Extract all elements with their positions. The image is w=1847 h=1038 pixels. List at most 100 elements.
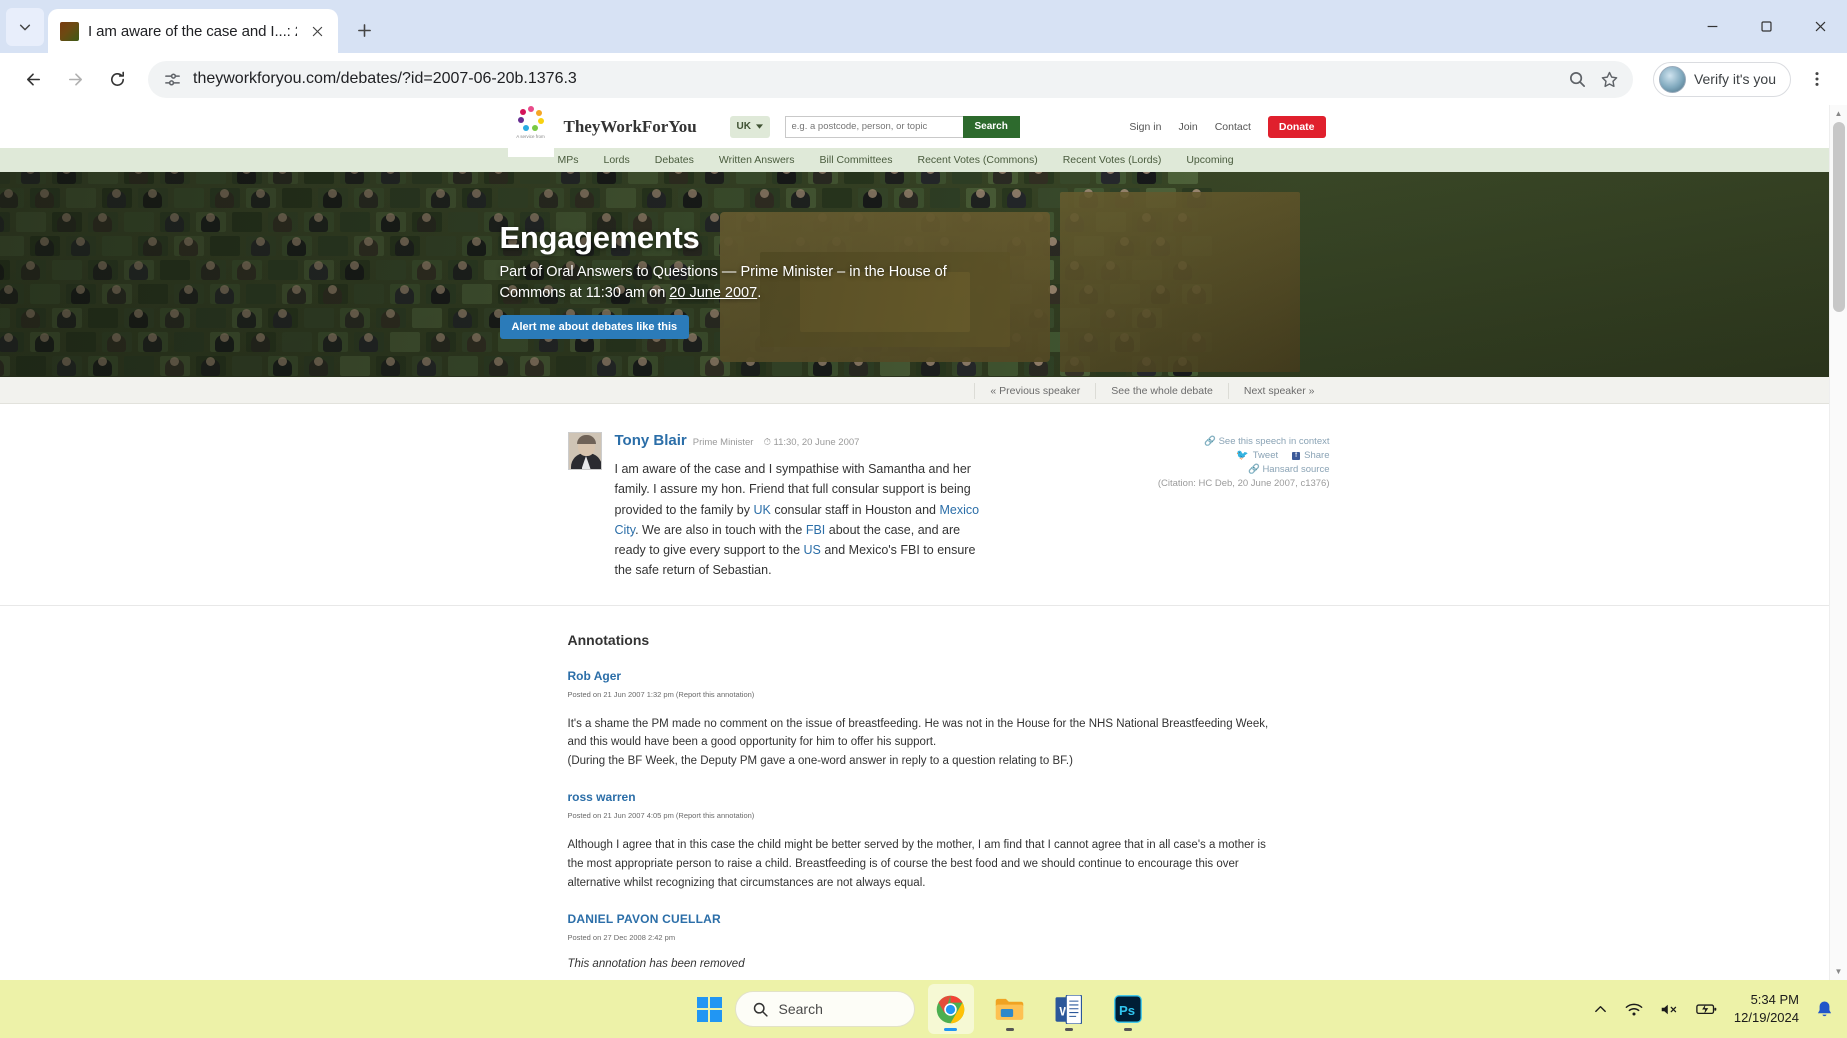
speaker-navigation: « Previous speaker See the whole debate … xyxy=(0,377,1829,404)
annotations-heading: Annotations xyxy=(568,632,1330,648)
region-select[interactable]: UK xyxy=(730,116,770,138)
logo-tail xyxy=(516,139,546,152)
nav-item-lords[interactable]: Lords xyxy=(604,154,630,166)
hero-banner: Engagements Part of Oral Answers to Ques… xyxy=(0,172,1829,377)
avatar xyxy=(1659,66,1686,93)
scroll-up-button[interactable]: ▲ xyxy=(1830,105,1847,122)
taskbar-app-file-explorer[interactable] xyxy=(987,984,1033,1034)
next-speaker-link[interactable]: Next speaker » xyxy=(1228,383,1330,399)
windows-taskbar: Search xyxy=(0,980,1847,1038)
notification-bell-icon[interactable] xyxy=(1816,1000,1833,1019)
speaker-avatar[interactable] xyxy=(568,432,602,470)
wifi-icon[interactable] xyxy=(1625,1002,1643,1017)
site-settings-icon[interactable] xyxy=(163,70,182,89)
share-link[interactable]: fShare xyxy=(1292,450,1329,461)
bookmark-star-icon[interactable] xyxy=(1599,68,1621,90)
hero-subtitle: Part of Oral Answers to Questions — Prim… xyxy=(500,262,970,303)
sign-in-link[interactable]: Sign in xyxy=(1129,121,1161,133)
tab-search-button[interactable] xyxy=(6,8,44,46)
address-bar[interactable]: theyworkforyou.com/debates/?id=2007-06-2… xyxy=(148,61,1633,98)
system-tray: 5:34 PM 12/19/2024 xyxy=(1593,991,1833,1026)
contact-link[interactable]: Contact xyxy=(1215,121,1251,133)
browser-menu-button[interactable] xyxy=(1801,60,1833,98)
profile-verify-button[interactable]: Verify it's you xyxy=(1653,62,1791,97)
volume-muted-icon[interactable] xyxy=(1660,1002,1679,1017)
report-annotation-link[interactable]: (Report this annotation) xyxy=(676,690,754,699)
hansard-source-link[interactable]: Hansard source xyxy=(1262,464,1329,475)
annotation-author-link[interactable]: Rob Ager xyxy=(568,669,622,683)
back-button[interactable] xyxy=(14,60,52,98)
page-title: Engagements xyxy=(500,220,1330,256)
tab-favicon-icon xyxy=(60,22,79,41)
annotation-text: Although I agree that in this case the c… xyxy=(568,836,1280,892)
close-icon xyxy=(1814,20,1827,33)
annotation-author-link[interactable]: ross warren xyxy=(568,790,636,804)
start-button[interactable] xyxy=(697,997,722,1022)
join-link[interactable]: Join xyxy=(1178,121,1197,133)
nav-item-debates[interactable]: Debates xyxy=(655,154,694,166)
annotation-author-link[interactable]: DANIEL PAVON CUELLAR xyxy=(568,912,721,926)
tab-close-button[interactable] xyxy=(306,20,328,42)
see-in-context-link[interactable]: See this speech in context xyxy=(1219,436,1330,447)
word-icon: W xyxy=(1055,995,1082,1024)
file-explorer-icon xyxy=(995,996,1024,1022)
nav-item-mps[interactable]: MPs xyxy=(558,154,579,166)
nav-item-bill-committees[interactable]: Bill Committees xyxy=(820,154,893,166)
region-label: UK xyxy=(737,121,751,132)
report-annotation-link[interactable]: (Report this annotation) xyxy=(676,811,754,820)
donate-button[interactable]: Donate xyxy=(1268,116,1326,138)
search-input[interactable] xyxy=(785,116,963,138)
speech-timestamp: ⏱ 11:30, 20 June 2007 xyxy=(763,437,859,448)
scroll-down-button[interactable]: ▼ xyxy=(1830,963,1847,980)
taskbar-clock[interactable]: 5:34 PM 12/19/2024 xyxy=(1734,991,1799,1026)
speech-link[interactable]: US xyxy=(804,543,821,557)
speech-text-run: . We are also in touch with the xyxy=(635,523,806,537)
tweet-link[interactable]: 🐦Tweet xyxy=(1236,450,1278,461)
minimize-button[interactable] xyxy=(1685,0,1739,53)
whole-debate-link[interactable]: See the whole debate xyxy=(1095,383,1228,399)
speech-link[interactable]: FBI xyxy=(806,523,825,537)
maximize-button[interactable] xyxy=(1739,0,1793,53)
hero-date-link[interactable]: 20 June 2007 xyxy=(669,285,757,301)
nav-item-recent-votes-commons[interactable]: Recent Votes (Commons) xyxy=(917,154,1037,166)
site-logo[interactable]: A service from xyxy=(508,105,554,157)
hansard-line: 🔗 Hansard source xyxy=(1100,464,1330,475)
speech-link[interactable]: UK xyxy=(753,503,770,517)
nav-item-upcoming[interactable]: Upcoming xyxy=(1186,154,1233,166)
browser-tab[interactable]: I am aware of the case and I...: 2 xyxy=(48,9,338,53)
minimize-icon xyxy=(1706,20,1719,33)
nav-item-recent-votes-lords[interactable]: Recent Votes (Lords) xyxy=(1063,154,1162,166)
alert-me-button[interactable]: Alert me about debates like this xyxy=(500,315,690,339)
speech-text: I am aware of the case and I sympathise … xyxy=(615,459,993,581)
share-label: Share xyxy=(1304,450,1329,461)
url-text: theyworkforyou.com/debates/?id=2007-06-2… xyxy=(193,70,1556,88)
browser-toolbar: theyworkforyou.com/debates/?id=2007-06-2… xyxy=(0,53,1847,105)
forward-button[interactable] xyxy=(56,60,94,98)
taskbar-search[interactable]: Search xyxy=(735,991,915,1027)
verify-label: Verify it's you xyxy=(1694,71,1776,87)
chevron-down-icon xyxy=(756,124,763,129)
omnibox-actions xyxy=(1567,68,1625,90)
speech-section: Tony Blair Prime Minister ⏱ 11:30, 20 June… xyxy=(0,404,1829,606)
annotation-item: Rob AgerPosted on 21 Jun 2007 1:32 pm (R… xyxy=(568,667,1330,771)
app-indicator xyxy=(1124,1028,1132,1031)
nav-item-written-answers[interactable]: Written Answers xyxy=(719,154,795,166)
speaker-role: Prime Minister xyxy=(693,437,754,448)
close-window-button[interactable] xyxy=(1793,0,1847,53)
search-button[interactable]: Search xyxy=(963,116,1020,138)
reload-button[interactable] xyxy=(98,60,136,98)
taskbar-app-word[interactable]: W xyxy=(1046,984,1092,1034)
page-scrollbar[interactable]: ▲ ▼ xyxy=(1829,105,1847,980)
site-brand[interactable]: TheyWorkForYou xyxy=(564,117,697,137)
battery-charging-icon[interactable] xyxy=(1696,1002,1717,1016)
clock-date: 12/19/2024 xyxy=(1734,1009,1799,1027)
annotations-list: Rob AgerPosted on 21 Jun 2007 1:32 pm (R… xyxy=(568,667,1330,971)
chevron-up-icon[interactable] xyxy=(1593,1002,1608,1017)
scrollbar-thumb[interactable] xyxy=(1833,122,1845,312)
new-tab-button[interactable] xyxy=(346,12,382,48)
speaker-name-link[interactable]: Tony Blair xyxy=(615,432,687,449)
taskbar-app-chrome[interactable] xyxy=(928,984,974,1034)
search-icon[interactable] xyxy=(1567,68,1589,90)
taskbar-app-photoshop[interactable]: Ps xyxy=(1105,984,1151,1034)
previous-speaker-link[interactable]: « Previous speaker xyxy=(974,383,1095,399)
